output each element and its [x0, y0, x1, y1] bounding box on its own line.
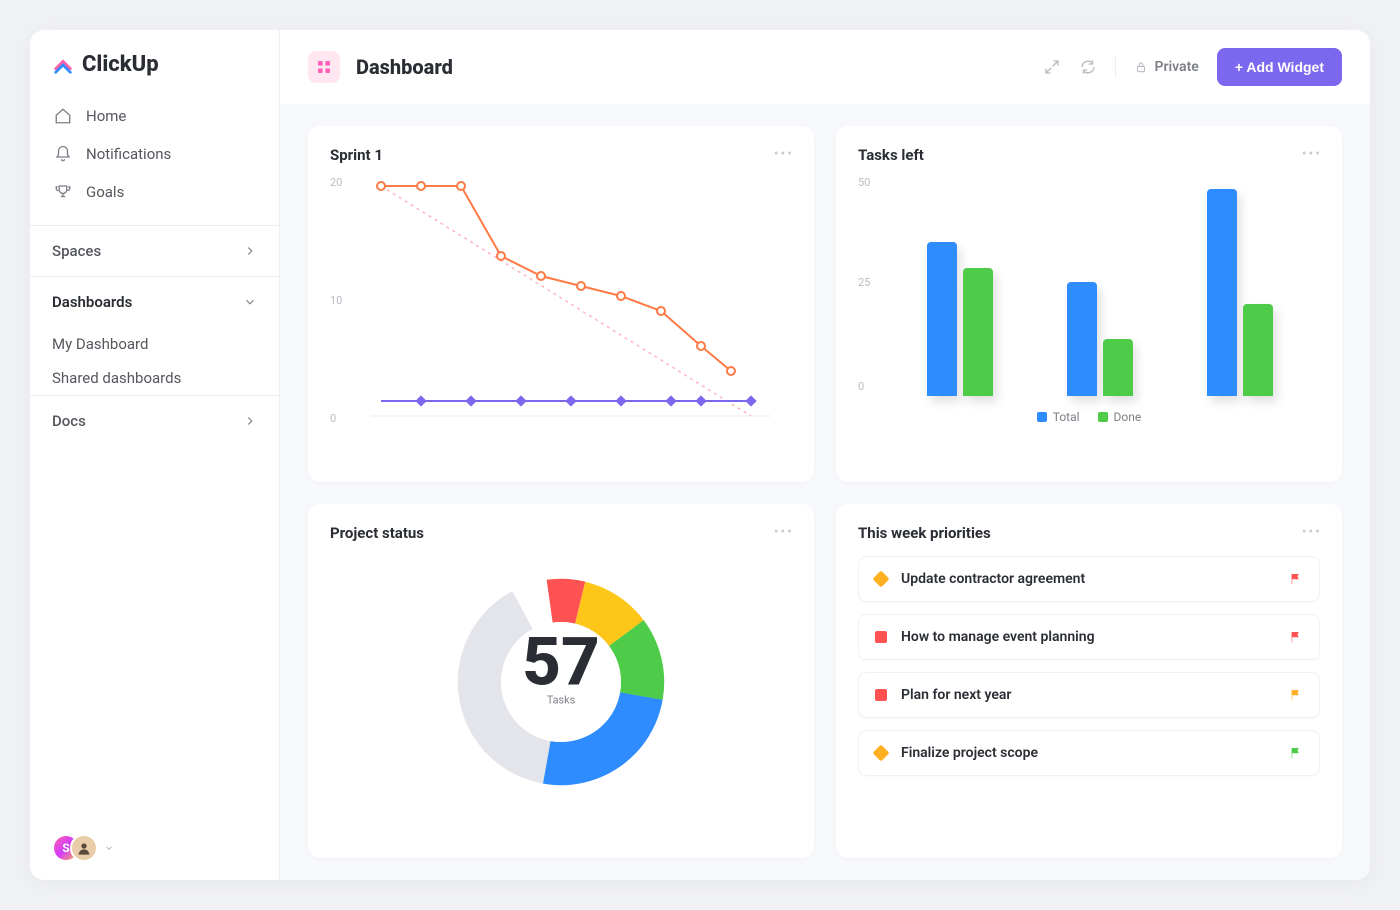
avatar-user — [70, 834, 98, 862]
flag-icon — [1289, 572, 1303, 586]
top-actions: Private + Add Widget — [1043, 48, 1342, 86]
spaces-label: Spaces — [52, 242, 101, 260]
widget-grid: Sprint 1 ••• 20 10 0 — [280, 104, 1370, 880]
nav-goals[interactable]: Goals — [30, 173, 279, 211]
trophy-icon — [54, 183, 72, 201]
dashboards-toggle[interactable]: Dashboards — [30, 277, 279, 327]
chevron-down-icon — [243, 295, 257, 309]
widget-priorities-menu[interactable]: ••• — [1302, 524, 1322, 540]
tasks-left-legend: Total Done — [858, 410, 1320, 424]
priority-item-title: Plan for next year — [901, 687, 1275, 703]
clickup-logo-icon — [52, 54, 74, 76]
sprint-chart: 20 10 0 — [330, 176, 792, 426]
status-icon — [873, 571, 890, 588]
nav-notifications[interactable]: Notifications — [30, 135, 279, 173]
nav-notifications-label: Notifications — [86, 145, 171, 163]
flag-icon — [1289, 688, 1303, 702]
priority-list: Update contractor agreement How to manage… — [858, 556, 1320, 776]
flag-icon — [1289, 630, 1303, 644]
legend-done: Done — [1114, 410, 1142, 424]
widget-project-status-menu[interactable]: ••• — [774, 524, 794, 540]
chevron-right-icon — [243, 414, 257, 428]
priority-item-title: Update contractor agreement — [901, 571, 1275, 587]
chevron-right-icon — [243, 244, 257, 258]
expand-icon[interactable] — [1043, 58, 1061, 76]
docs-toggle[interactable]: Docs — [30, 396, 279, 446]
tasks-left-chart — [880, 176, 1320, 396]
status-icon — [873, 745, 890, 762]
legend-total: Total — [1053, 410, 1080, 424]
donut-value: 57 — [522, 623, 600, 701]
widget-tasks-left-title: Tasks left — [858, 146, 1320, 164]
project-status-chart: 57 Tasks — [330, 554, 792, 802]
status-icon — [875, 631, 887, 643]
sidebar: ClickUp Home Notifications Goals Spaces — [30, 30, 280, 880]
section-docs: Docs — [30, 395, 279, 446]
docs-label: Docs — [52, 412, 86, 430]
flag-icon — [1289, 746, 1303, 760]
widget-sprint-menu[interactable]: ••• — [774, 146, 794, 162]
dashboard-app-icon — [308, 51, 340, 83]
nav-goals-label: Goals — [86, 183, 124, 201]
section-spaces: Spaces — [30, 225, 279, 276]
app-shell: ClickUp Home Notifications Goals Spaces — [30, 30, 1370, 880]
widget-project-status-title: Project status — [330, 524, 792, 542]
widget-priorities: This week priorities ••• Update contract… — [836, 504, 1342, 858]
priority-item[interactable]: Plan for next year — [858, 672, 1320, 718]
priority-item-title: Finalize project scope — [901, 745, 1275, 761]
refresh-icon[interactable] — [1079, 58, 1097, 76]
priority-item[interactable]: Finalize project scope — [858, 730, 1320, 776]
sidebar-item-shared-dashboards[interactable]: Shared dashboards — [30, 361, 279, 395]
widget-tasks-left-menu[interactable]: ••• — [1302, 146, 1322, 162]
priority-item[interactable]: Update contractor agreement — [858, 556, 1320, 602]
home-icon — [54, 107, 72, 125]
widget-sprint-title: Sprint 1 — [330, 146, 792, 164]
nav-main: Home Notifications Goals — [30, 93, 279, 225]
dashboards-label: Dashboards — [52, 293, 132, 311]
privacy-label: Private — [1154, 59, 1198, 75]
divider — [1115, 56, 1116, 78]
main: Dashboard Private + Add Widget Sprint 1 … — [280, 30, 1370, 880]
brand-name: ClickUp — [82, 52, 159, 77]
priority-item[interactable]: How to manage event planning — [858, 614, 1320, 660]
priority-item-title: How to manage event planning — [901, 629, 1275, 645]
brand-logo[interactable]: ClickUp — [30, 30, 279, 93]
section-dashboards: Dashboards My Dashboard Shared dashboard… — [30, 276, 279, 395]
widget-sprint: Sprint 1 ••• 20 10 0 — [308, 126, 814, 482]
nav-home-label: Home — [86, 107, 126, 125]
page-title: Dashboard — [356, 55, 453, 79]
bell-icon — [54, 145, 72, 163]
widget-priorities-title: This week priorities — [858, 524, 1320, 542]
topbar: Dashboard Private + Add Widget — [280, 30, 1370, 104]
widget-project-status: Project status ••• 57 Tasks — [308, 504, 814, 858]
nav-home[interactable]: Home — [30, 97, 279, 135]
donut-label: Tasks — [547, 694, 576, 707]
chevron-down-icon — [104, 843, 114, 853]
add-widget-button[interactable]: + Add Widget — [1217, 48, 1342, 86]
sidebar-item-my-dashboard[interactable]: My Dashboard — [30, 327, 279, 361]
spaces-toggle[interactable]: Spaces — [30, 226, 279, 276]
lock-icon — [1134, 60, 1148, 74]
widget-tasks-left: Tasks left ••• 50 25 0 Total Done — [836, 126, 1342, 482]
status-icon — [875, 689, 887, 701]
privacy-toggle[interactable]: Private — [1134, 59, 1198, 75]
sidebar-footer[interactable]: S — [30, 816, 279, 880]
